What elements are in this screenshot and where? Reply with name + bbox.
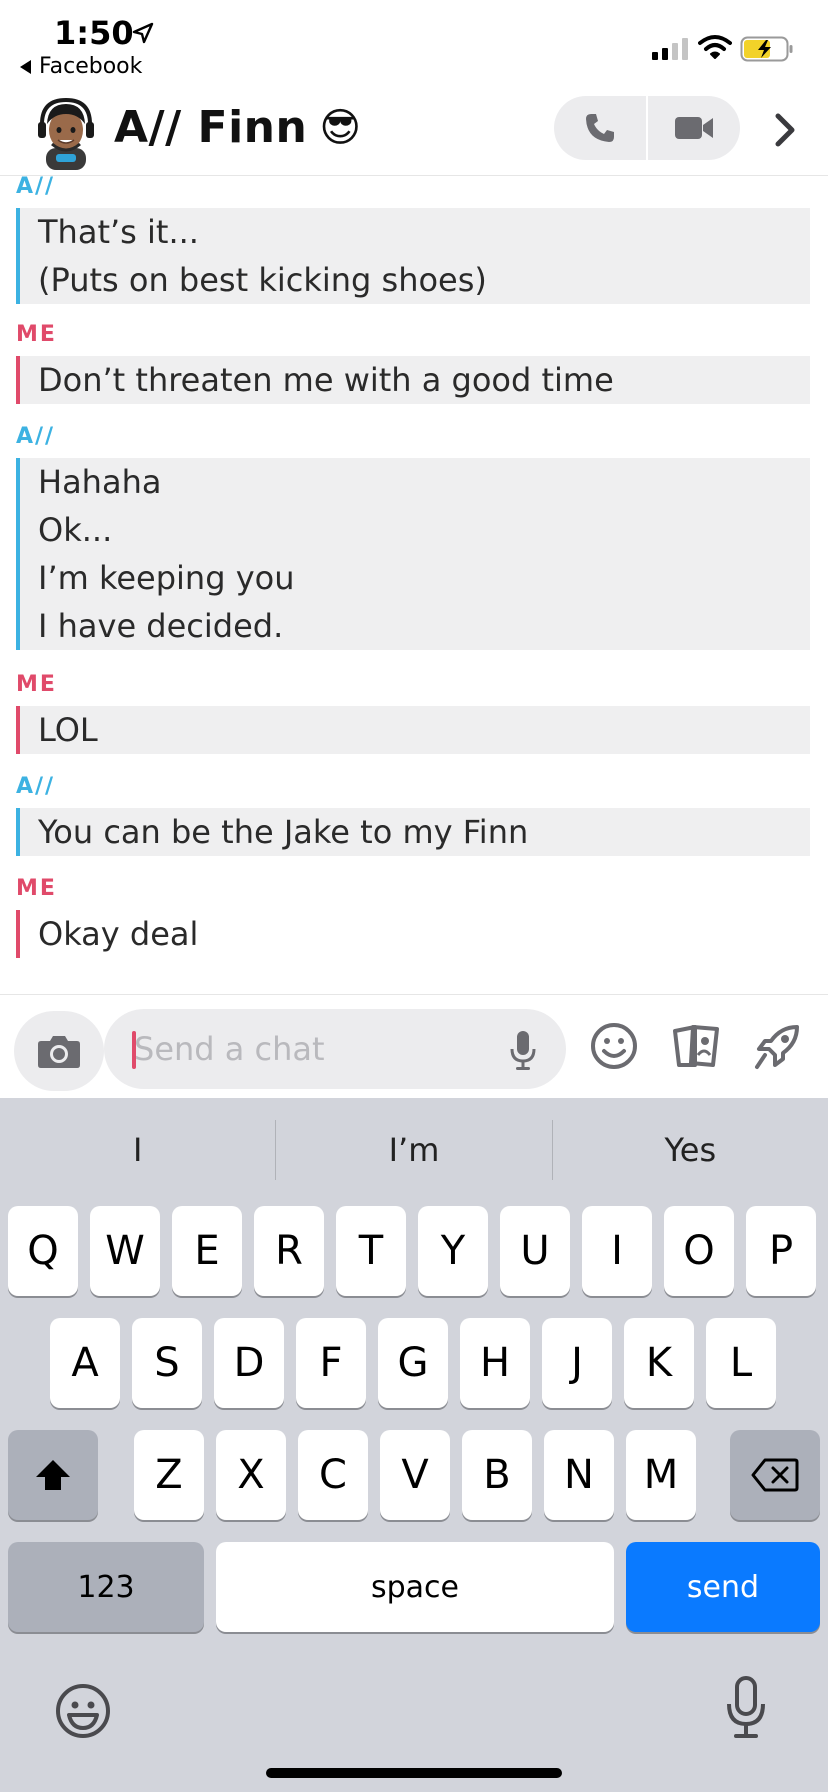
chat-title-text: A// Finn [114, 102, 308, 153]
signal-icon [652, 36, 688, 60]
suggestion-item[interactable]: Yes [553, 1098, 828, 1202]
message-bubble[interactable]: LOL [16, 706, 810, 754]
sender-label: ME [16, 672, 57, 697]
key-s[interactable]: S [132, 1318, 202, 1408]
key-k[interactable]: K [624, 1318, 694, 1408]
message-bubble[interactable]: Don’t threaten me with a good time [16, 356, 810, 404]
camera-icon [38, 1036, 80, 1068]
call-button-group [554, 96, 740, 160]
sender-label: A// [16, 424, 56, 449]
sender-label: ME [16, 322, 57, 347]
key-w[interactable]: W [90, 1206, 160, 1296]
message-line: Ok... [38, 511, 113, 549]
message-bubble[interactable]: You can be the Jake to my Finn [16, 808, 810, 856]
message-bubble[interactable]: Hahaha Ok... I’m keeping you I have deci… [16, 458, 810, 650]
key-c[interactable]: C [298, 1430, 368, 1520]
message-line: LOL [38, 711, 98, 749]
key-x[interactable]: X [216, 1430, 286, 1520]
backspace-icon [751, 1458, 799, 1492]
rocket-icon [755, 1025, 799, 1069]
chat-composer [0, 994, 828, 1098]
smiley-icon [591, 1023, 637, 1069]
key-h[interactable]: H [460, 1318, 530, 1408]
phone-icon [586, 114, 614, 142]
message-line: I have decided. [38, 607, 284, 645]
key-g[interactable]: G [378, 1318, 448, 1408]
numbers-key[interactable]: 123 [8, 1542, 204, 1632]
key-u[interactable]: U [500, 1206, 570, 1296]
key-p[interactable]: P [746, 1206, 816, 1296]
key-l[interactable]: L [706, 1318, 776, 1408]
chat-title[interactable]: A// Finn 😎 [114, 102, 362, 153]
message-line: Okay deal [38, 915, 199, 953]
message-line: Don’t threaten me with a good time [38, 361, 614, 399]
suggestion-item[interactable]: I’m [276, 1098, 551, 1202]
message-line: Hahaha [38, 463, 162, 501]
cards-icon [673, 1025, 719, 1067]
message-line: You can be the Jake to my Finn [38, 813, 529, 851]
key-f[interactable]: F [296, 1318, 366, 1408]
key-q[interactable]: Q [8, 1206, 78, 1296]
shift-icon [36, 1460, 70, 1490]
sender-label: A// [16, 176, 56, 199]
message-line: I’m keeping you [38, 559, 295, 597]
key-e[interactable]: E [172, 1206, 242, 1296]
stickers-button[interactable] [586, 1017, 642, 1075]
key-z[interactable]: Z [134, 1430, 204, 1520]
dictation-mic-icon[interactable] [724, 1676, 768, 1740]
key-v[interactable]: V [380, 1430, 450, 1520]
send-key[interactable]: send [626, 1542, 820, 1632]
delete-key[interactable] [730, 1430, 820, 1520]
video-camera-icon [675, 117, 713, 139]
key-y[interactable]: Y [418, 1206, 488, 1296]
emoji-keyboard-icon[interactable] [54, 1682, 112, 1740]
predictive-bar: I I’m Yes [0, 1098, 828, 1202]
back-triangle-icon [20, 59, 31, 74]
key-b[interactable]: B [462, 1430, 532, 1520]
key-i[interactable]: I [582, 1206, 652, 1296]
sender-label: A// [16, 774, 56, 799]
battery-charging-icon [740, 36, 793, 62]
cameos-button[interactable] [668, 1017, 724, 1075]
key-r[interactable]: R [254, 1206, 324, 1296]
video-call-button[interactable] [648, 96, 740, 160]
key-d[interactable]: D [214, 1318, 284, 1408]
games-button[interactable] [750, 1017, 806, 1075]
camera-button[interactable] [14, 1011, 104, 1091]
chat-title-emoji: 😎 [319, 104, 362, 151]
status-time: 1:50 [54, 14, 134, 52]
status-bar: 1:50 Facebook [0, 0, 828, 88]
key-o[interactable]: O [664, 1206, 734, 1296]
suggestion-item[interactable]: I [0, 1098, 275, 1202]
key-n[interactable]: N [544, 1430, 614, 1520]
message-line: That’s it... [38, 213, 199, 251]
space-key[interactable]: space [216, 1542, 614, 1632]
microphone-icon[interactable] [508, 1029, 538, 1071]
chat-header: A// Finn 😎 [0, 90, 828, 176]
chevron-right-icon[interactable] [770, 110, 800, 150]
key-m[interactable]: M [626, 1430, 696, 1520]
voice-call-button[interactable] [554, 96, 646, 160]
chat-input[interactable] [134, 1009, 494, 1089]
key-a[interactable]: A [50, 1318, 120, 1408]
key-t[interactable]: T [336, 1206, 406, 1296]
wifi-icon [698, 35, 732, 59]
back-app-label: Facebook [39, 54, 143, 79]
message-line: (Puts on best kicking shoes) [38, 261, 487, 299]
location-arrow-icon [132, 22, 154, 44]
bitmoji-avatar[interactable] [28, 94, 104, 170]
message-bubble[interactable]: Okay deal [16, 910, 810, 958]
chat-input-container[interactable] [104, 1009, 566, 1089]
shift-key[interactable] [8, 1430, 98, 1520]
sender-label: ME [16, 876, 57, 901]
message-bubble[interactable]: That’s it... (Puts on best kicking shoes… [16, 208, 810, 304]
back-to-app-link[interactable]: Facebook [20, 54, 142, 79]
home-indicator[interactable] [266, 1768, 562, 1778]
message-list[interactable]: A// That’s it... (Puts on best kicking s… [0, 176, 828, 992]
key-j[interactable]: J [542, 1318, 612, 1408]
